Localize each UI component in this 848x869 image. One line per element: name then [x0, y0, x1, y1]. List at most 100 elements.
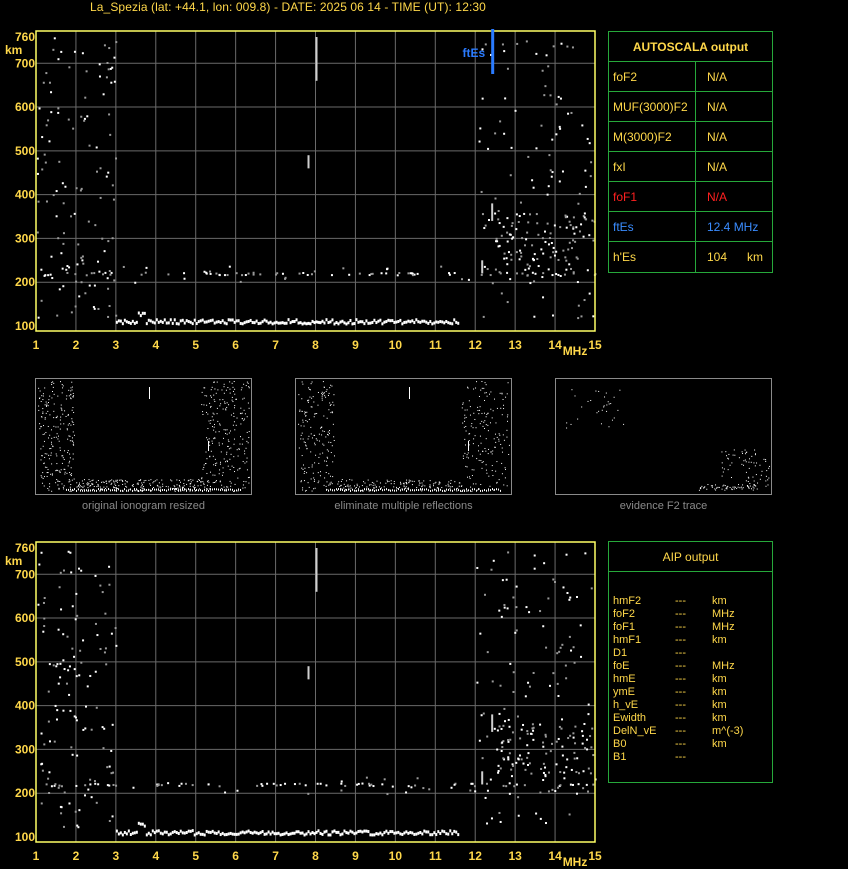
- thumbnail-trace-point: [432, 489, 433, 492]
- thumbnail-dot: [201, 391, 203, 393]
- thumbnail-dot: [501, 451, 503, 453]
- es-trace-point: [389, 830, 392, 834]
- echo-dot: [542, 745, 545, 748]
- echo-dot: [42, 81, 45, 84]
- thumbnail-dot: [323, 415, 325, 417]
- thumbnail-dot: [574, 395, 576, 397]
- thumbnail-dot: [500, 443, 502, 445]
- echo-dot: [500, 750, 503, 753]
- thumbnail-dot: [236, 449, 238, 451]
- thumbnail-dot: [233, 490, 235, 492]
- es-trace-point: [391, 319, 394, 323]
- echo-dot: [533, 258, 536, 261]
- thumbnail-dot: [752, 489, 754, 491]
- thumbnail-dot: [121, 479, 123, 481]
- thumbnail-dot: [243, 383, 245, 385]
- es-trace-point: [171, 321, 174, 325]
- es-trace-point: [207, 319, 210, 323]
- echo-dot: [63, 791, 66, 794]
- thumbnail-dot: [68, 423, 70, 425]
- thumbnail-dot: [317, 482, 319, 484]
- thumbnail-trace-point: [410, 489, 411, 492]
- aip-row: ymE --- km: [609, 686, 772, 699]
- echo-dot: [542, 296, 545, 299]
- echo-dot: [98, 75, 101, 78]
- thumbnail-dot: [43, 476, 45, 478]
- echo-dot: [582, 770, 585, 773]
- thumbnail-dot: [736, 487, 738, 489]
- echo-dot: [507, 740, 510, 743]
- aip-param-value: ---: [675, 699, 686, 711]
- thumbnail-dot: [710, 485, 712, 487]
- thumbnail-dot: [724, 485, 726, 487]
- thumbnail-dot: [72, 407, 74, 409]
- thumbnail-dot: [494, 446, 496, 448]
- echo-dot: [307, 792, 310, 795]
- thumbnail-dot: [57, 480, 59, 482]
- thumbnail-dot: [79, 485, 81, 487]
- aip-param-unit: km: [712, 699, 727, 711]
- echo-dot: [469, 789, 472, 792]
- echo-dot: [414, 784, 417, 787]
- thumbnail-dot: [56, 433, 58, 435]
- es-trace-point: [395, 831, 398, 835]
- echo-dot: [82, 262, 85, 265]
- echo-dot: [551, 138, 554, 141]
- thumbnail-dot: [69, 480, 71, 482]
- echo-dot: [509, 738, 512, 741]
- aip-param-unit: km: [712, 634, 727, 646]
- echo-dot: [573, 661, 576, 664]
- thumbnail-dot: [215, 465, 217, 467]
- thumbnail-dot: [464, 417, 466, 419]
- echo-dot: [209, 270, 212, 273]
- thumbnail-trace-point: [150, 489, 151, 492]
- thumbnail-trace-point: [188, 488, 189, 491]
- echo-dot: [586, 738, 589, 741]
- thumbnail-dot: [329, 482, 331, 484]
- es-trace-point: [229, 318, 232, 322]
- thumbnail-dot: [63, 423, 65, 425]
- echo-dot: [560, 727, 563, 730]
- thumbnail-dot: [141, 482, 143, 484]
- thumbnail-dot: [493, 438, 495, 440]
- thumbnail-dot: [231, 465, 233, 467]
- thumbnail-dot: [150, 484, 152, 486]
- autoscala-param-name: M(3000)F2: [613, 130, 672, 144]
- echo-dot: [391, 785, 394, 788]
- thumbnail-dot: [117, 479, 119, 481]
- es-trace-point: [393, 831, 396, 835]
- thumbnail-dot: [301, 467, 303, 469]
- echo-dot: [567, 737, 570, 740]
- thumbnail-dot: [480, 460, 482, 462]
- thumbnail-dot: [183, 479, 185, 481]
- thumbnail-dot: [68, 481, 70, 483]
- thumbnail-dot: [349, 485, 351, 487]
- echo-dot: [526, 274, 529, 277]
- thumbnail-dot: [103, 481, 105, 483]
- thumbnail-dot: [158, 482, 160, 484]
- thumbnail-dot: [207, 481, 209, 483]
- echo-dot: [55, 190, 58, 193]
- thumbnail-dot: [506, 485, 508, 487]
- echo-dot: [56, 709, 59, 712]
- echo-dot: [73, 212, 76, 215]
- thumbnail-dot: [485, 469, 487, 471]
- es-trace-point: [155, 318, 158, 322]
- thumbnail-dot: [406, 479, 408, 481]
- ionogram-plot-1: 760700600500400300200100km1 2 3 4 5 6 7 8 9 10 11 1…: [5, 29, 602, 358]
- echo-dot: [561, 745, 564, 748]
- thumbnail-dot: [79, 482, 81, 484]
- es-trace-point: [219, 833, 222, 837]
- echo-dot: [383, 778, 386, 781]
- echo-dot: [113, 279, 116, 282]
- thumbnail-dot: [39, 397, 41, 399]
- echo-dot: [546, 222, 549, 225]
- thumbnail-trace-point: [98, 488, 99, 491]
- thumbnail-dot: [332, 412, 334, 414]
- echo-dot: [590, 161, 593, 164]
- echo-dot: [572, 216, 575, 219]
- es-trace-point: [395, 320, 398, 324]
- thumbnail-dot: [223, 437, 225, 439]
- thumbnail-dot: [236, 417, 238, 419]
- thumbnail-dot: [208, 481, 210, 483]
